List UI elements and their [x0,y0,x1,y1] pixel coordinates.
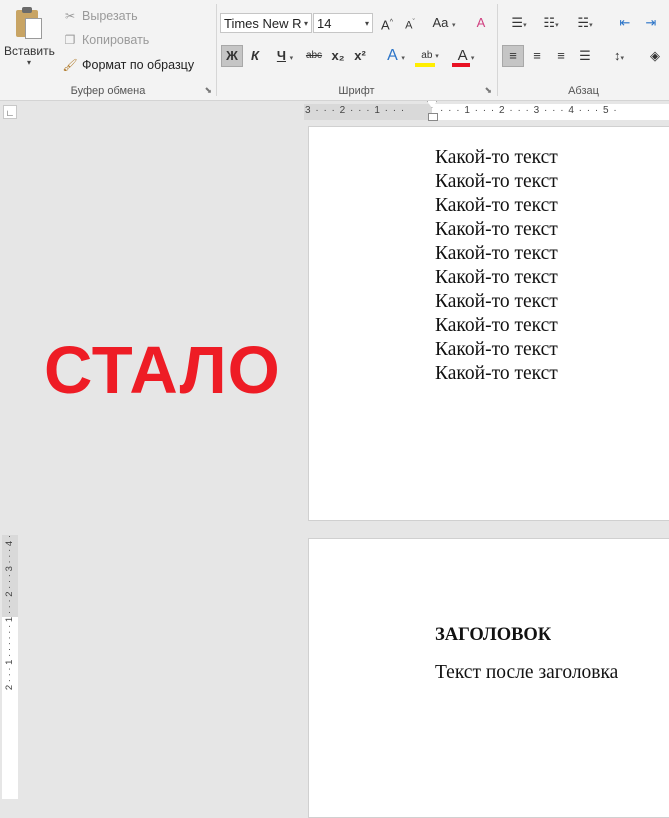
multilevel-list-icon: ☵ [577,15,590,30]
strikethrough-button[interactable]: abc [302,45,326,67]
justify-button[interactable]: ☰ [574,45,596,67]
document-line: Какой-то текст [435,339,558,360]
font-group-label: Шрифт [338,85,375,97]
italic-label: К [251,48,259,63]
shrink-font-label: A [405,19,413,32]
font-name-combo[interactable]: Times New R ▾ [220,13,312,33]
numbering-button[interactable]: ☷▾ [536,12,566,34]
bold-label: Ж [226,48,238,63]
highlight-color-bar [415,63,435,67]
document-line: Какой-то текст [435,147,558,168]
bullet-list-icon: ☰ [511,15,524,30]
underline-button[interactable]: Ч ▾ [268,45,302,67]
align-right-button[interactable]: ≡ [550,45,572,67]
font-color-bar [452,63,470,67]
document-line: Какой-то текст [435,267,558,288]
ruler-left-marks: 3 · · · 2 · · · 1 · · · [305,105,406,116]
paste-dropdown-icon[interactable]: ▾ [4,58,54,67]
document-line: Какой-то текст [435,171,558,192]
vertical-ruler[interactable]: 2 · · · 1 · · · · · · 1 · · · 2 · · · 3 … [2,535,18,799]
bullets-button[interactable]: ☰▾ [504,12,534,34]
document-page-1[interactable]: Какой-то текст Какой-то текст Какой-то тек… [308,126,669,521]
decrease-indent-icon: ⇤ [619,15,631,30]
line-spacing-button[interactable]: ↕▾ [604,45,634,67]
copy-icon: ❐ [64,33,76,47]
subscript-label: x₂ [331,48,345,63]
shading-button[interactable]: ◈ [644,45,666,67]
align-left-button[interactable]: ≡ [502,45,524,67]
cut-button[interactable]: ✂ Вырезать [62,6,138,26]
scissors-icon: ✂ [64,9,76,23]
change-case-label: Aa [432,15,449,30]
paste-label: Вставить [4,44,55,58]
tab-selector[interactable]: ∟ [3,105,17,119]
superscript-button[interactable]: x² [350,45,370,67]
increase-indent-button[interactable]: ⇥ [640,12,662,34]
clipboard-launcher-icon[interactable]: ⬊ [204,85,212,96]
multilevel-list-button[interactable]: ☵▾ [570,12,600,34]
align-center-icon: ≡ [533,48,541,63]
font-group: Times New R ▾ 14 ▾ A^ Aˇ Aa ▾ A Ж К Ч ▾ [217,0,496,100]
format-painter-label: Формат по образцу [82,58,195,72]
chevron-down-icon: ▾ [303,19,308,28]
clipboard-group: Вставить ▾ ✂ Вырезать ❐ Копировать 🖌 Фор… [0,0,216,100]
font-name-value: Times New R [224,16,302,31]
highlight-label: ab [421,50,433,61]
copy-label: Копировать [82,33,150,47]
copy-button[interactable]: ❐ Копировать [62,30,150,50]
document-line: Какой-то текст [435,195,558,216]
document-line: Какой-то текст [435,243,558,264]
chevron-down-icon: ▾ [364,19,369,28]
font-size-value: 14 [317,16,332,31]
underline-label: Ч [276,48,286,63]
decrease-indent-button[interactable]: ⇤ [614,12,636,34]
format-painter-button[interactable]: 🖌 Формат по образцу [62,55,194,75]
brush-icon: 🖌 [62,58,78,72]
align-right-icon: ≡ [557,48,565,63]
justify-icon: ☰ [579,48,591,63]
eraser-icon: A [476,15,486,30]
increase-indent-icon: ⇥ [645,15,657,30]
document-heading: ЗАГОЛОВОК [435,625,552,645]
document-line: Какой-то текст [435,219,558,240]
strikethrough-label: abc [305,50,323,61]
document-paragraph: Текст после заголовка [435,662,619,683]
align-left-icon: ≡ [509,48,517,63]
after-label: СТАЛО [44,333,281,408]
text-effects-button[interactable]: A ▾ [381,45,411,67]
document-line: Какой-то текст [435,291,558,312]
left-indent-handle[interactable] [428,113,438,121]
ribbon: Вставить ▾ ✂ Вырезать ❐ Копировать 🖌 Фор… [0,0,669,101]
ruler-right-marks: · · · 1 · · · 2 · · · 3 · · · 4 · · · 5 … [440,105,618,116]
clear-formatting-button[interactable]: A [470,12,492,34]
vertical-ruler-marks: 2 · · · 1 · · · · · · 1 · · · 2 · · · 3 … [4,535,15,691]
superscript-label: x² [354,48,366,63]
paste-icon [16,6,42,39]
paint-bucket-icon: ◈ [650,48,660,63]
change-case-button[interactable]: Aa ▾ [427,12,461,34]
document-line: Какой-то текст [435,315,558,336]
subscript-button[interactable]: x₂ [328,45,348,67]
document-page-2[interactable]: ЗАГОЛОВОК Текст после заголовка [308,538,669,818]
font-launcher-icon[interactable]: ⬊ [484,85,492,96]
cut-label: Вырезать [82,9,138,23]
paste-button[interactable]: Вставить ▾ [4,6,55,76]
grow-font-button[interactable]: A^ [377,12,397,34]
document-line: Какой-то текст [435,363,558,384]
font-size-combo[interactable]: 14 ▾ [313,13,373,33]
text-effects-label: A [387,47,397,64]
italic-button[interactable]: К [245,45,265,67]
shrink-font-button[interactable]: Aˇ [400,12,420,34]
paragraph-group-label: Абзац [568,85,599,97]
horizontal-ruler[interactable]: ∟ 3 · · · 2 · · · 1 · · · · · · 1 · · · … [0,101,669,121]
numbered-list-icon: ☷ [543,15,556,30]
paragraph-group: ☰▾ ☷▾ ☵▾ ⇤ ⇥ ≡ ≡ ≡ ☰ ↕▾ ◈ Абзац [498,0,669,100]
bold-button[interactable]: Ж [221,45,243,67]
font-color-label: A [457,47,467,64]
grow-font-label: A [381,17,390,33]
align-center-button[interactable]: ≡ [526,45,548,67]
clipboard-group-label: Буфер обмена [70,85,146,97]
